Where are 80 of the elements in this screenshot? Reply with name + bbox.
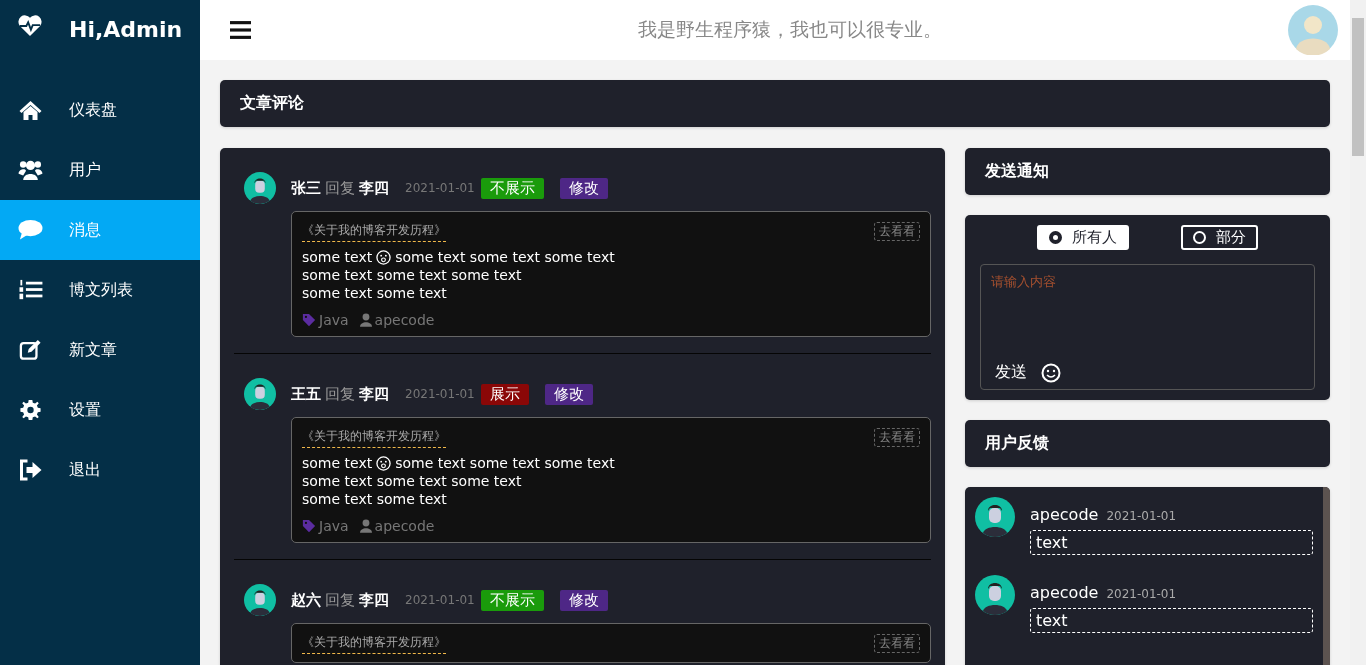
reply-label: 回复: [325, 178, 355, 198]
article-link[interactable]: 《关于我的博客开发历程》: [302, 428, 446, 448]
feedback-date: 2021-01-01: [1106, 587, 1177, 601]
avatar-icon: [244, 584, 276, 616]
comment-text: some text some text some text: [302, 266, 523, 284]
visibility-toggle-button[interactable]: 不展示: [480, 177, 544, 199]
feedback-author: apecode: [1030, 583, 1099, 602]
article-link[interactable]: 《关于我的博客开发历程》: [302, 634, 446, 654]
smiley-icon[interactable]: [1041, 362, 1061, 383]
comment-text: some text: [302, 248, 373, 266]
sidebar-item[interactable]: 用户: [0, 140, 200, 200]
avatar-icon: [244, 378, 276, 410]
avatar-icon: [244, 172, 276, 204]
comment-author: 王五: [291, 384, 321, 404]
reply-label: 回复: [325, 590, 355, 610]
comment-date: 2021-01-01: [405, 181, 475, 195]
view-button[interactable]: 去看看: [874, 222, 920, 241]
comment-text: some text some text some text: [395, 248, 615, 266]
view-button[interactable]: 去看看: [874, 634, 920, 653]
sidebar-item[interactable]: 新文章: [0, 320, 200, 380]
edit-icon: [18, 339, 43, 361]
avatar-icon: [975, 497, 1015, 537]
sidebar-item[interactable]: 仪表盘: [0, 80, 200, 140]
users-icon: [18, 159, 43, 181]
brand-title: Hi,Admin: [69, 16, 183, 42]
sidebar-item[interactable]: 退出: [0, 440, 200, 500]
scrollbar[interactable]: [1323, 487, 1330, 665]
comment-text: some text: [302, 454, 373, 472]
edit-button[interactable]: 修改: [544, 383, 593, 405]
edit-button[interactable]: 修改: [559, 589, 608, 611]
sidebar-item[interactable]: 博文列表: [0, 260, 200, 320]
tag-icon: [302, 313, 316, 327]
exit-icon: [18, 459, 43, 481]
reply-target: 李四: [359, 178, 389, 198]
feedback-text: text: [1030, 530, 1313, 555]
menu-icon[interactable]: [230, 21, 251, 39]
comment-user: apecode: [374, 518, 435, 534]
reply-target: 李四: [359, 384, 389, 404]
surprised-face-icon: [376, 455, 392, 471]
comment-date: 2021-01-01: [405, 387, 475, 401]
panel-title: 文章评论: [240, 93, 304, 114]
audience-radio[interactable]: 所有人: [1037, 225, 1129, 250]
chat-bubble-icon: [18, 219, 43, 241]
sidebar-item[interactable]: 设置: [0, 380, 200, 440]
heartbeat-icon: [17, 15, 43, 37]
article-link[interactable]: 《关于我的博客开发历程》: [302, 222, 446, 242]
comment-text: some text some text: [302, 490, 448, 508]
comment-text: some text some text: [302, 284, 448, 302]
numbered-list-icon: [18, 279, 43, 301]
tag-label: Java: [319, 312, 349, 328]
settings-icon: [18, 399, 43, 421]
surprised-face-icon: [376, 249, 392, 265]
user-icon: [359, 313, 372, 327]
user-icon: [359, 519, 372, 533]
edit-button[interactable]: 修改: [559, 177, 608, 199]
comment-text: some text some text some text: [302, 472, 523, 490]
reply-target: 李四: [359, 590, 389, 610]
avatar-icon: [975, 575, 1015, 615]
avatar-icon[interactable]: [1288, 5, 1338, 55]
comment-text: some text some text some text: [395, 454, 615, 472]
comment-author: 赵六: [291, 590, 321, 610]
comment-author: 张三: [291, 178, 321, 198]
send-button[interactable]: 发送: [995, 362, 1027, 383]
home-icon: [18, 99, 43, 121]
tag-icon: [302, 519, 316, 533]
feedback-date: 2021-01-01: [1106, 509, 1177, 523]
visibility-toggle-button[interactable]: 不展示: [480, 589, 544, 611]
panel-title: 用户反馈: [985, 433, 1049, 454]
comment-date: 2021-01-01: [405, 593, 475, 607]
audience-radio[interactable]: 部分: [1181, 225, 1258, 250]
panel-title: 发送通知: [985, 161, 1049, 182]
comment-user: apecode: [374, 312, 435, 328]
visibility-toggle-button[interactable]: 展示: [480, 383, 529, 405]
feedback-author: apecode: [1030, 505, 1099, 524]
feedback-text: text: [1030, 608, 1313, 633]
reply-label: 回复: [325, 384, 355, 404]
slogan: 我是野生程序猿，我也可以很专业。: [636, 17, 943, 42]
view-button[interactable]: 去看看: [874, 428, 920, 447]
tag-label: Java: [319, 518, 349, 534]
message-field[interactable]: 请输入内容 发送: [980, 264, 1315, 390]
